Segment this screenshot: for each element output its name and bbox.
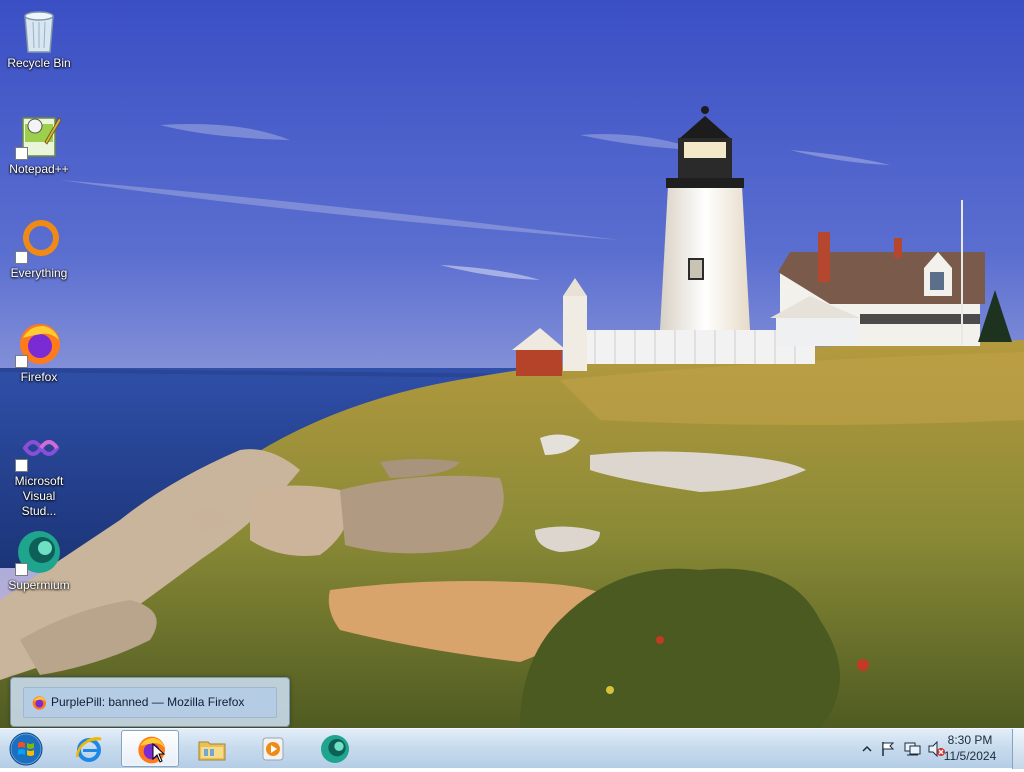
clock-time: 8:30 PM xyxy=(947,733,993,747)
notepadpp-icon xyxy=(15,112,63,160)
desktop-icon-everything[interactable]: Everything xyxy=(4,212,74,281)
supermium-icon xyxy=(15,528,63,576)
network-icon[interactable] xyxy=(904,741,922,757)
preview-window-title: PurplePill: banned — Mozilla Firefox xyxy=(51,695,245,709)
taskbar-firefox[interactable] xyxy=(121,730,179,767)
system-clock[interactable]: 8:30 PM 11/5/2024 xyxy=(938,732,1002,764)
desktop-icon-supermium[interactable]: Supermium xyxy=(4,524,74,593)
desktop-icon-label: Firefox xyxy=(20,370,58,384)
desktop-icon-label: Microsoft Visual Stud... xyxy=(14,474,64,518)
taskbar-windows-explorer[interactable] xyxy=(183,730,241,767)
windows-logo-icon xyxy=(9,732,43,766)
clock-date: 11/5/2024 xyxy=(943,749,997,763)
desktop-icon-firefox[interactable]: Firefox xyxy=(4,316,74,385)
visual-studio-icon xyxy=(15,424,63,472)
taskbar-internet-explorer[interactable] xyxy=(60,730,118,767)
wallpaper-lighthouse xyxy=(0,0,1024,728)
desktop-icon-notepadpp[interactable]: Notepad++ xyxy=(4,108,74,177)
action-center-flag-icon[interactable] xyxy=(880,741,896,757)
show-hidden-icons-chevron-icon[interactable] xyxy=(862,744,872,754)
shortcut-arrow-icon xyxy=(15,459,28,472)
shortcut-arrow-icon xyxy=(15,563,28,576)
taskbar-media-player[interactable] xyxy=(244,730,302,767)
taskbar-supermium[interactable] xyxy=(306,730,364,767)
desktop-icon-label: Recycle Bin xyxy=(7,56,71,70)
desktop-icon-label: Everything xyxy=(10,266,68,280)
desktop-icon-label: Supermium xyxy=(8,578,70,592)
shortcut-arrow-icon xyxy=(15,355,28,368)
supermium-icon xyxy=(321,735,349,763)
desktop-icon-recycle-bin[interactable]: Recycle Bin xyxy=(4,2,74,71)
start-button[interactable] xyxy=(6,731,46,767)
recycle-bin-icon xyxy=(15,6,63,54)
firefox-icon xyxy=(15,320,63,368)
show-desktop-button[interactable] xyxy=(1012,729,1024,769)
media-player-icon xyxy=(262,737,284,761)
folder-icon xyxy=(198,741,226,761)
desktop-icon-visual-studio[interactable]: Microsoft Visual Stud... xyxy=(4,420,74,519)
everything-icon xyxy=(15,216,63,264)
mouse-cursor-icon xyxy=(152,743,166,763)
shortcut-arrow-icon xyxy=(15,147,28,160)
desktop-icon-label: Notepad++ xyxy=(9,162,69,176)
notification-area: 8:30 PM 11/5/2024 xyxy=(834,729,1024,769)
taskbar-thumbnail-preview[interactable]: PurplePill: banned — Mozilla Firefox xyxy=(10,677,290,727)
shortcut-arrow-icon xyxy=(15,251,28,264)
internet-explorer-icon xyxy=(75,737,102,762)
desktop: Recycle Bin Notepad++ Everything Firefox… xyxy=(0,0,1024,728)
firefox-icon xyxy=(32,696,46,710)
